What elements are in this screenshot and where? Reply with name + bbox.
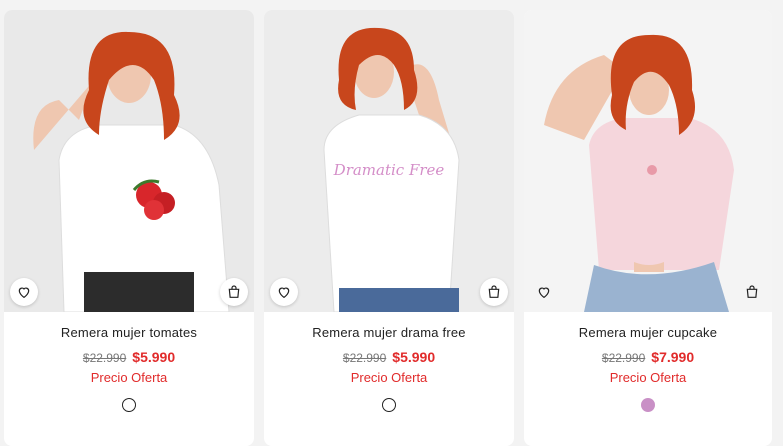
original-price: $22.990 bbox=[82, 351, 127, 365]
heart-icon bbox=[18, 287, 30, 299]
original-price: $22.990 bbox=[342, 351, 387, 365]
add-to-cart-button[interactable] bbox=[220, 278, 248, 306]
price-row: $22.990 $5.990 bbox=[264, 349, 514, 365]
wishlist-button[interactable] bbox=[270, 278, 298, 306]
product-name[interactable]: Remera mujer tomates bbox=[4, 325, 254, 340]
shopping-bag-icon bbox=[228, 285, 240, 298]
sale-price: $5.990 bbox=[132, 349, 176, 365]
wishlist-button[interactable] bbox=[10, 278, 38, 306]
price-row: $22.990 $5.990 bbox=[4, 349, 254, 365]
color-swatch[interactable] bbox=[122, 398, 136, 412]
price-row: $22.990 $7.990 bbox=[524, 349, 772, 365]
wishlist-button[interactable] bbox=[530, 278, 558, 306]
product-info: Remera mujer drama free $22.990 $5.990 P… bbox=[264, 312, 514, 446]
offer-label: Precio Oferta bbox=[350, 370, 428, 385]
product-name[interactable]: Remera mujer drama free bbox=[264, 325, 514, 340]
color-swatch[interactable] bbox=[382, 398, 396, 412]
color-swatch[interactable] bbox=[641, 398, 655, 412]
shopping-bag-icon bbox=[488, 285, 500, 298]
heart-icon bbox=[538, 287, 550, 299]
offer-label: Precio Oferta bbox=[90, 370, 168, 385]
product-image[interactable]: Dramatic Free bbox=[264, 10, 514, 312]
product-image[interactable] bbox=[524, 10, 772, 312]
original-price: $22.990 bbox=[601, 351, 646, 365]
product-image[interactable] bbox=[4, 10, 254, 312]
shopping-bag-icon bbox=[746, 285, 758, 298]
heart-icon bbox=[278, 287, 290, 299]
product-grid: Remera mujer tomates $22.990 $5.990 Prec… bbox=[0, 0, 783, 446]
product-card[interactable]: Remera mujer tomates $22.990 $5.990 Prec… bbox=[4, 10, 254, 446]
add-to-cart-button[interactable] bbox=[738, 278, 766, 306]
product-card[interactable]: Remera mujer cupcake $22.990 $7.990 Prec… bbox=[524, 10, 772, 446]
product-card[interactable]: Dramatic Free Remera mujer drama free $2… bbox=[264, 10, 514, 446]
product-info: Remera mujer cupcake $22.990 $7.990 Prec… bbox=[524, 312, 772, 446]
add-to-cart-button[interactable] bbox=[480, 278, 508, 306]
product-info: Remera mujer tomates $22.990 $5.990 Prec… bbox=[4, 312, 254, 446]
sale-price: $5.990 bbox=[392, 349, 436, 365]
svg-text:Dramatic Free: Dramatic Free bbox=[333, 161, 445, 179]
offer-label: Precio Oferta bbox=[609, 370, 687, 385]
product-name[interactable]: Remera mujer cupcake bbox=[524, 325, 772, 340]
sale-price: $7.990 bbox=[651, 349, 695, 365]
